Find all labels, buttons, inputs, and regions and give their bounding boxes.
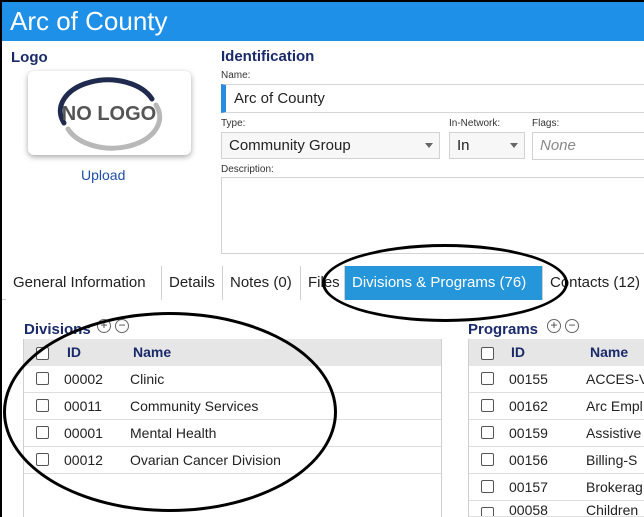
program-id: 00157 (509, 479, 548, 495)
row-checkbox[interactable] (36, 372, 49, 385)
in-network-select[interactable]: In (449, 132, 525, 159)
table-row[interactable]: 00058 Children (469, 501, 644, 517)
remove-program-button[interactable]: − (565, 319, 579, 333)
table-row[interactable]: 00002 Clinic (24, 366, 441, 393)
program-name: Brokerag (586, 479, 643, 495)
divisions-name-header[interactable]: Name (133, 339, 171, 366)
tab-notes[interactable]: Notes (0) (223, 266, 301, 300)
program-name: Arc Empl (586, 398, 643, 414)
division-id: 00011 (64, 398, 102, 414)
divisions-grid-border-right (441, 339, 442, 517)
program-id: 00162 (509, 398, 548, 414)
no-logo-image: NO LOGO (57, 77, 163, 151)
division-name: Mental Health (130, 425, 217, 441)
row-checkbox[interactable] (481, 426, 494, 439)
type-select[interactable]: Community Group (221, 132, 440, 159)
division-name: Ovarian Cancer Division (130, 452, 281, 468)
identification-heading: Identification (221, 48, 315, 65)
tab-divisions-programs[interactable]: Divisions & Programs (76) (345, 266, 543, 300)
tab-general-information[interactable]: General Information (6, 266, 162, 300)
plus-circle-icon: + (100, 318, 108, 332)
plus-circle-icon: + (550, 318, 558, 332)
row-checkbox[interactable] (481, 372, 494, 385)
row-checkbox[interactable] (36, 426, 49, 439)
in-network-label: In-Network: (449, 118, 501, 129)
row-checkbox[interactable] (481, 480, 494, 493)
program-name: Assistive (586, 425, 642, 441)
chevron-down-icon (510, 143, 518, 148)
logo-placeholder: NO LOGO (28, 71, 191, 155)
minus-circle-icon: − (118, 318, 126, 332)
tab-contacts[interactable]: Contacts (12) (543, 266, 644, 300)
table-row[interactable]: 00156 Billing-S (469, 447, 644, 474)
name-input[interactable]: Arc of County (221, 84, 644, 113)
table-row[interactable]: 00012 Ovarian Cancer Division (24, 447, 441, 474)
division-id: 00012 (64, 452, 103, 468)
table-row[interactable]: 00011 Community Services (24, 393, 441, 420)
program-id: 00058 (509, 502, 548, 517)
division-id: 00001 (64, 425, 103, 441)
table-row[interactable]: 00159 Assistive (469, 420, 644, 447)
division-name: Community Services (130, 398, 259, 414)
description-textarea[interactable] (221, 177, 644, 254)
tab-details[interactable]: Details (162, 266, 223, 300)
type-label: Type: (221, 118, 246, 129)
program-id: 00159 (509, 425, 548, 441)
row-checkbox[interactable] (36, 453, 49, 466)
divisions-id-header[interactable]: ID (67, 339, 81, 366)
row-checkbox[interactable] (481, 507, 494, 516)
add-program-button[interactable]: + (547, 319, 561, 333)
flags-input[interactable]: None (532, 132, 644, 160)
tab-bar: General Information Details Notes (0) Fi… (2, 266, 644, 300)
programs-name-header[interactable]: Name (590, 339, 628, 366)
in-network-select-value: In (457, 137, 470, 154)
upload-link[interactable]: Upload (81, 167, 125, 183)
row-checkbox[interactable] (481, 453, 494, 466)
table-row[interactable]: 00001 Mental Health (24, 420, 441, 447)
programs-header-row: ID Name (469, 339, 644, 366)
programs-id-header[interactable]: ID (511, 339, 525, 366)
row-checkbox[interactable] (36, 399, 49, 412)
no-logo-text: NO LOGO (62, 103, 156, 125)
divisions-header-row: ID Name (24, 339, 441, 366)
chevron-down-icon (425, 143, 433, 148)
program-name: Children (586, 502, 639, 517)
program-id: 00155 (509, 371, 548, 387)
minus-circle-icon: − (568, 318, 576, 332)
table-row[interactable]: 00162 Arc Empl (469, 393, 644, 420)
tab-files[interactable]: Files (301, 266, 345, 300)
flags-label: Flags: (532, 118, 560, 129)
divisions-select-all-checkbox[interactable] (36, 347, 49, 360)
table-row[interactable]: 00155 ACCES-V (469, 366, 644, 393)
programs-select-all-checkbox[interactable] (481, 347, 494, 360)
program-id: 00156 (509, 452, 548, 468)
window-title: Arc of County (2, 2, 644, 41)
program-name: ACCES-V (586, 371, 644, 387)
program-name: Billing-S (586, 452, 638, 468)
name-label: Name: (221, 70, 251, 81)
remove-division-button[interactable]: − (115, 319, 129, 333)
row-checkbox[interactable] (481, 399, 494, 412)
add-division-button[interactable]: + (97, 319, 111, 333)
division-name: Clinic (130, 371, 165, 387)
table-row[interactable]: 00157 Brokerag (469, 474, 644, 501)
description-label: Description: (221, 164, 274, 175)
type-select-value: Community Group (229, 137, 351, 154)
programs-heading: Programs (468, 321, 539, 338)
logo-heading: Logo (11, 49, 48, 66)
divisions-heading: Divisions (24, 321, 91, 338)
division-id: 00002 (64, 371, 103, 387)
